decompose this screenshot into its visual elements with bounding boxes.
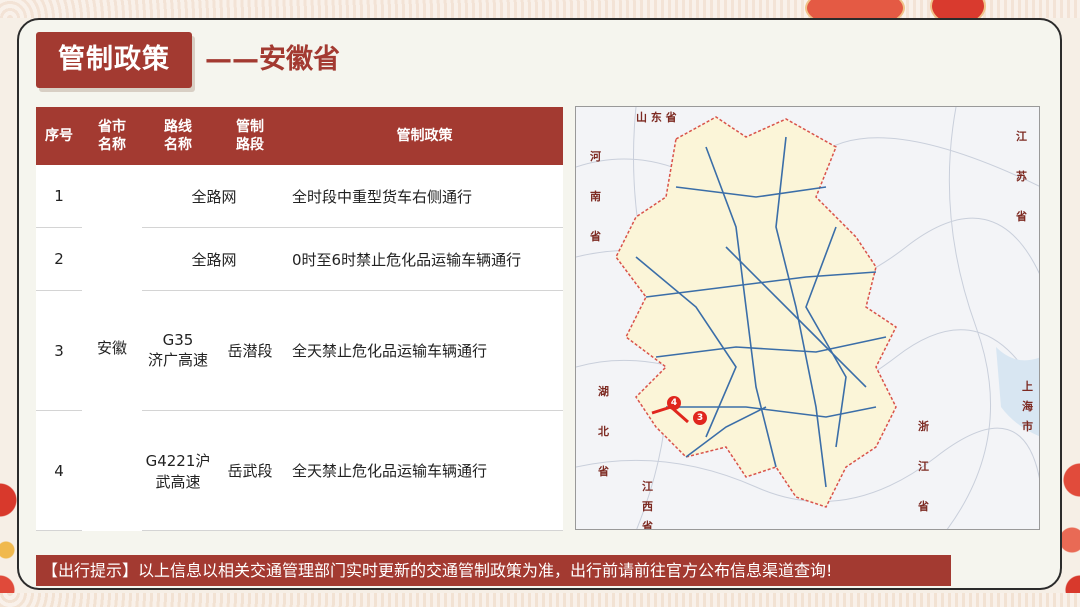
top-decoration [0,0,1080,18]
header-province: 省市 名称 [82,107,142,165]
map-label-jiangsu: 江 苏 省 [1016,130,1027,223]
page-subtitle: ——安徽省 [205,44,340,75]
cell-index: 4 [36,410,82,531]
cell-route: G4221沪 武高速 [142,410,214,531]
map-label-zhejiang: 浙 江 省 [918,420,929,513]
page-title: 管制政策 [58,44,170,75]
header-section: 管制 路段 [214,107,286,165]
header-policy: 管制政策 [286,107,563,165]
cell-section: 岳潜段 [214,290,286,411]
map-label-hubei: 湖 北 省 [598,385,609,478]
map-graphic [576,107,1039,529]
cell-index: 2 [36,227,82,291]
cell-policy: 全时段中重型货车右侧通行 [286,165,563,228]
cell-route: 全路网 [142,227,286,291]
travel-tip: 【出行提示】以上信息以相关交通管理部门实时更新的交通管制政策为准，出行前请前往官… [36,555,951,586]
cell-index: 3 [36,290,82,411]
route-marker-4: 4 [667,396,681,410]
cell-province: 安徽 [82,165,142,531]
cell-route: G35 济广高速 [142,290,214,411]
header-index: 序号 [36,107,82,165]
cell-policy: 全天禁止危化品运输车辆通行 [286,290,563,411]
route-marker-3: 3 [693,411,707,425]
bottom-decoration [0,593,1080,607]
cell-index: 1 [36,165,82,228]
anhui-map: 山 东 省 河 南 省 江 苏 省 湖 北 省 浙 江 省 江 西 省 上 海 … [575,106,1040,530]
map-label-henan: 河 南 省 [590,150,601,243]
cell-section: 岳武段 [214,410,286,531]
header-route: 路线 名称 [142,107,214,165]
table-header-row: 序号 省市 名称 路线 名称 管制 路段 管制政策 [36,107,563,165]
cell-policy: 全天禁止危化品运输车辆通行 [286,410,563,531]
map-label-shandong: 山 东 省 [636,111,677,124]
cell-route: 全路网 [142,165,286,228]
map-label-shanghai: 上 海 市 [1022,380,1033,433]
title-box: 管制政策 [36,32,192,88]
cell-policy: 0时至6时禁止危化品运输车辆通行 [286,227,563,291]
map-label-jiangxi: 江 西 省 [642,480,653,530]
policy-table: 序号 省市 名称 路线 名称 管制 路段 管制政策 1 安徽 全路网 全时段中重型货车… [36,107,563,531]
table-row: 1 安徽 全路网 全时段中重型货车右侧通行 [36,165,563,531]
